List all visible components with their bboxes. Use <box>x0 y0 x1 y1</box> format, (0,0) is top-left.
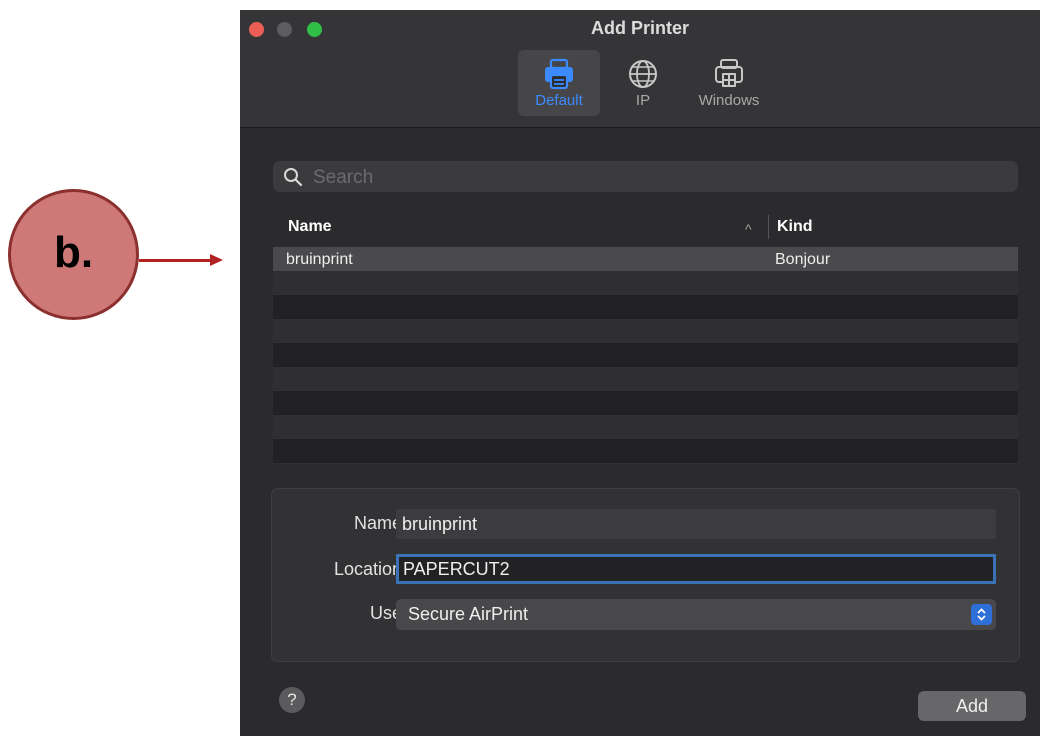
search-input[interactable] <box>311 164 1005 191</box>
windows-printer-icon <box>715 59 743 87</box>
annotation-label: b. <box>53 227 94 277</box>
use-dropdown-value: Secure AirPrint <box>408 604 529 624</box>
empty-row <box>273 367 1018 391</box>
printer-kind-cell: Bonjour <box>775 251 831 268</box>
table-header: Name ^ Kind <box>273 207 1018 247</box>
printer-name-cell: bruinprint <box>286 251 353 268</box>
annotation-badge: b. <box>8 189 139 320</box>
add-printer-window: Add Printer Default IP Windows Search Na… <box>240 10 1040 736</box>
add-button[interactable]: Add <box>918 691 1026 721</box>
printer-list: Name ^ Kind bruinprint Bonjour <box>273 207 1018 464</box>
sort-ascending-icon[interactable]: ^ <box>745 221 752 237</box>
column-header-kind[interactable]: Kind <box>777 218 813 236</box>
name-field[interactable] <box>396 509 996 539</box>
empty-row <box>273 439 1018 463</box>
search-field[interactable] <box>273 161 1018 192</box>
location-field[interactable] <box>396 554 996 584</box>
help-button[interactable]: ? <box>279 687 305 713</box>
column-divider[interactable] <box>768 215 769 239</box>
empty-row <box>273 295 1018 319</box>
empty-row <box>273 319 1018 343</box>
tab-ip-label: IP <box>635 92 651 109</box>
printer-info-panel: Name: Location: Use: Secure AirPrint <box>271 488 1020 662</box>
empty-row <box>273 391 1018 415</box>
tab-ip[interactable]: IP <box>602 50 684 116</box>
annotation-arrow-head <box>210 254 223 266</box>
empty-row <box>273 271 1018 295</box>
empty-row <box>273 415 1018 439</box>
tab-windows[interactable]: Windows <box>688 50 770 116</box>
tab-default-label: Default <box>535 92 583 109</box>
tab-default[interactable]: Default <box>518 50 600 116</box>
annotation-arrow-line <box>139 259 212 262</box>
table-row[interactable]: bruinprint Bonjour <box>273 247 1018 271</box>
globe-icon <box>629 60 657 88</box>
dropdown-stepper-icon[interactable] <box>971 604 992 625</box>
title-bar: Add Printer Default IP Windows <box>240 10 1040 128</box>
empty-row <box>273 343 1018 367</box>
tab-windows-label: Windows <box>698 92 760 109</box>
use-dropdown[interactable]: Secure AirPrint <box>396 599 996 630</box>
column-header-name[interactable]: Name <box>288 218 332 236</box>
printer-icon <box>545 58 573 90</box>
search-icon <box>284 168 303 187</box>
window-title: Add Printer <box>590 18 689 38</box>
